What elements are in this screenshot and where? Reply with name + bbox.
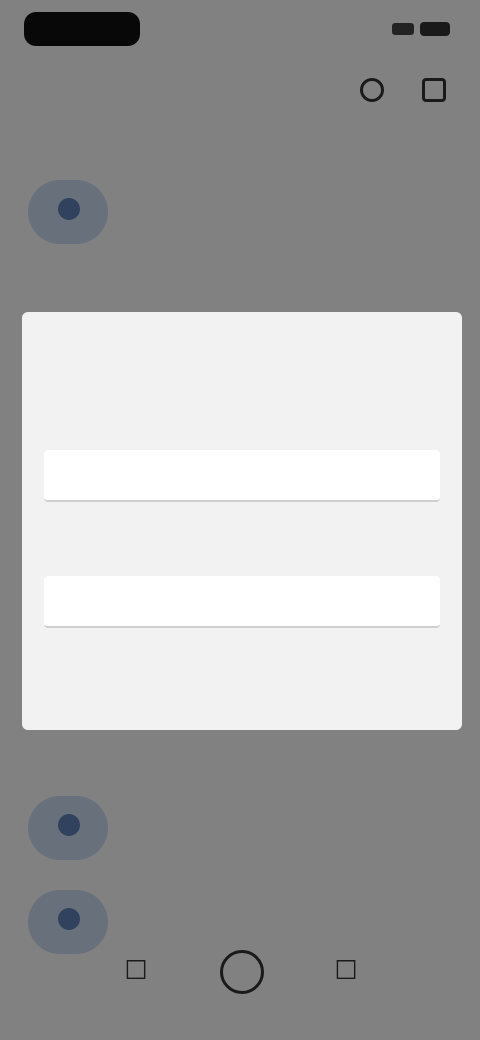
ok-button[interactable] [358, 678, 386, 714]
input-dialog [22, 312, 462, 730]
text-field[interactable] [44, 450, 440, 502]
text-field[interactable] [44, 576, 440, 628]
cancel-button[interactable] [92, 678, 120, 714]
